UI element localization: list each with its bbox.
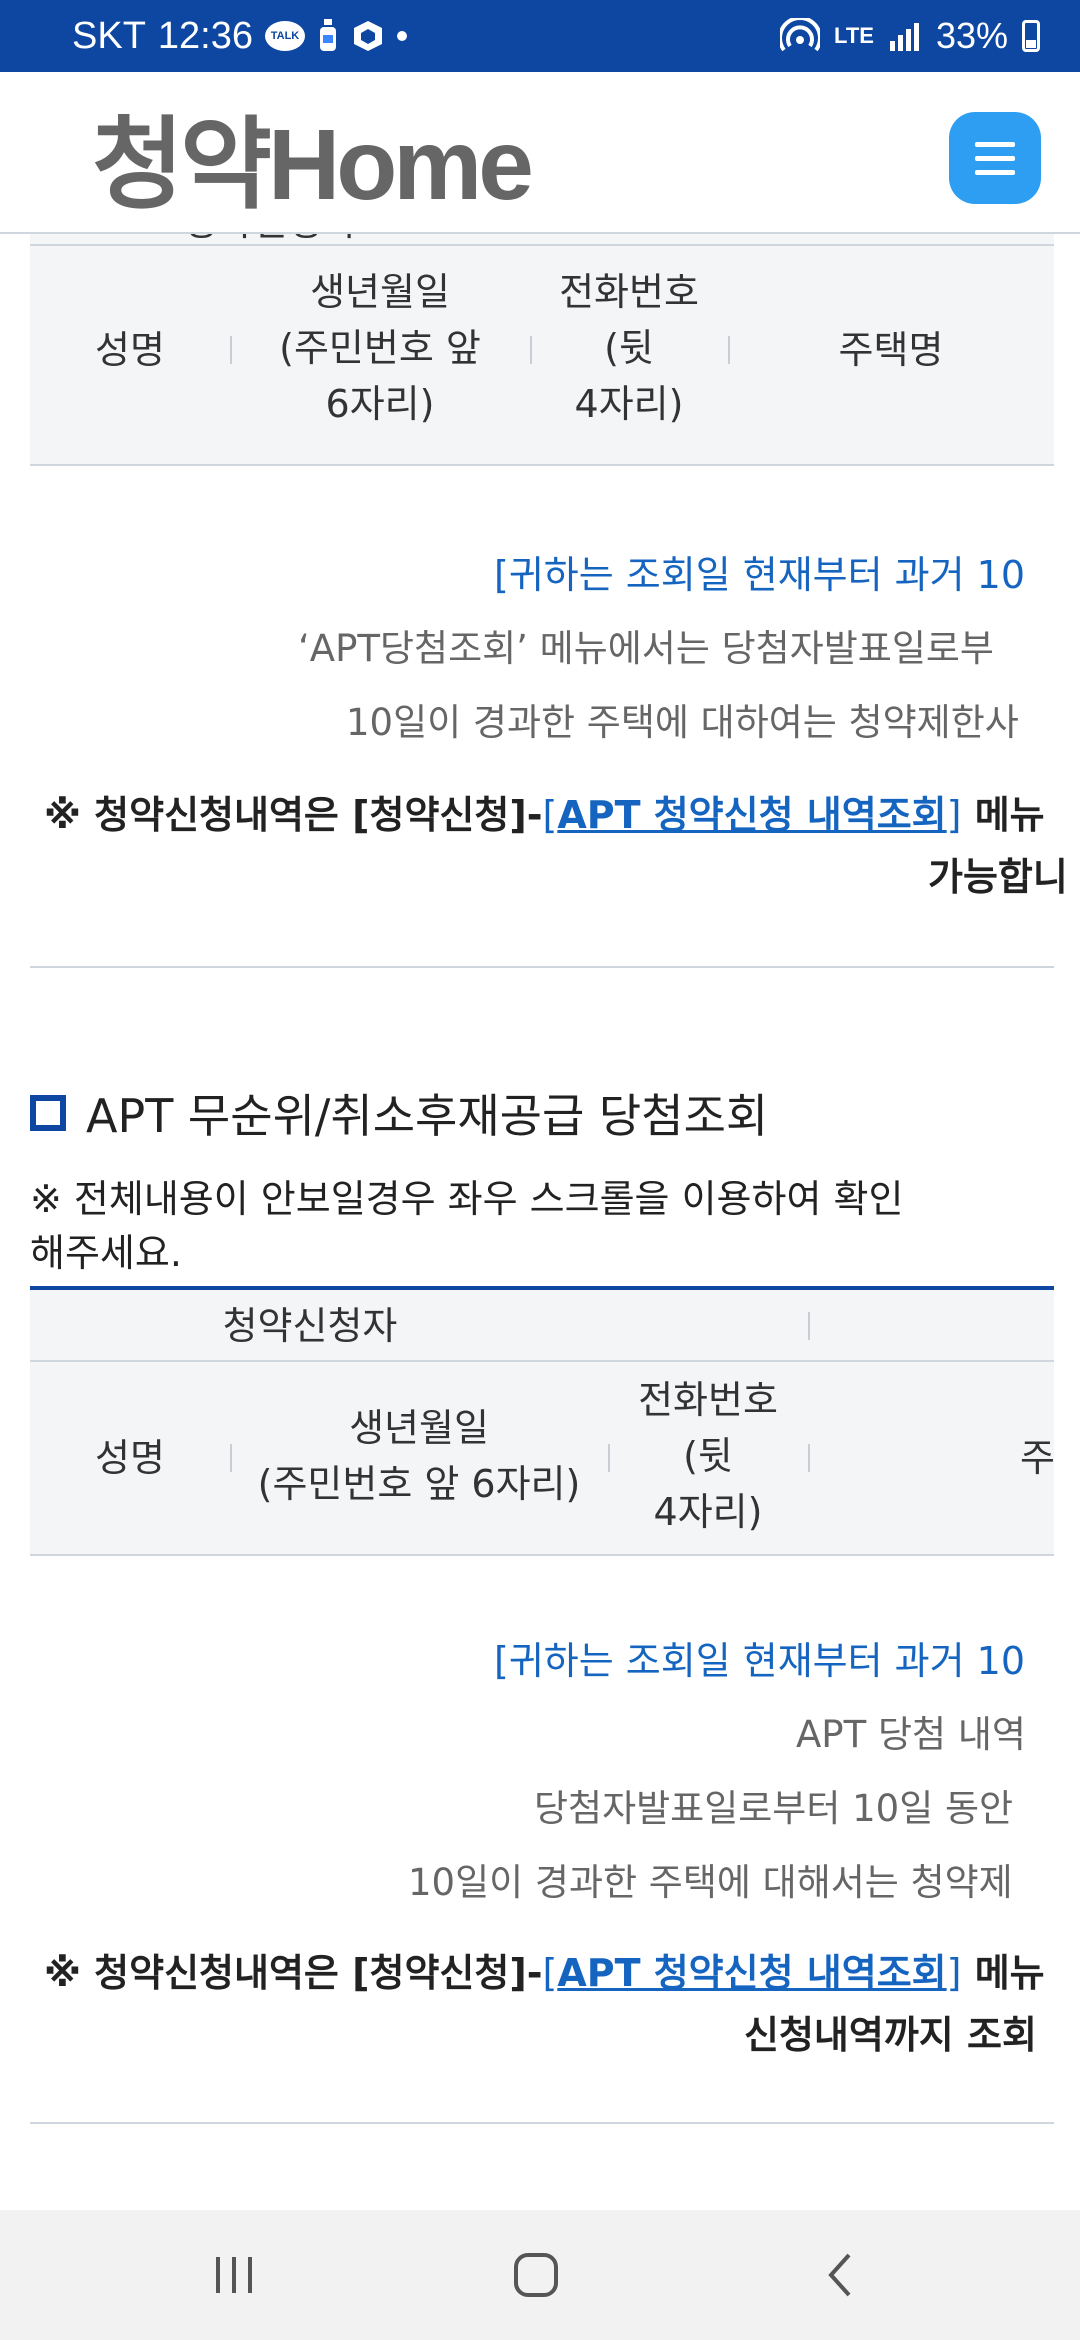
- notice-bold-line: ※ 청약신청내역은 [청약신청]-[APT 청약신청 내역조회] 메뉴: [44, 1942, 1045, 1997]
- home-icon: [514, 2253, 558, 2297]
- back-button[interactable]: [770, 2210, 910, 2340]
- main-content: 청약신청자 성명 생년월일 (주민번호 앞 6자리) 전화번호 (뒷 4자리) …: [0, 234, 1080, 2210]
- hamburger-icon-bar: [975, 155, 1015, 161]
- cube-icon: [351, 19, 385, 53]
- link-bracket-close: ]: [946, 793, 962, 837]
- apt-application-history-link[interactable]: APT 청약신청 내역조회: [557, 1951, 946, 1995]
- kakaotalk-icon: TALK: [265, 21, 305, 51]
- group-header-applicant: 청약신청자: [222, 1304, 398, 1348]
- recent-apps-button[interactable]: [164, 2210, 304, 2340]
- bracket-open: [: [352, 793, 370, 837]
- time-label: 12:36: [157, 14, 253, 57]
- notice-text: APT 당첨 내역: [796, 1713, 1026, 1756]
- section-title-text: APT 무순위/취소후재공급 당첨조회: [86, 1089, 769, 1143]
- signal-icon: [888, 21, 922, 51]
- column-house-name: 주택명: [838, 328, 944, 372]
- battery-icon: [1022, 20, 1040, 52]
- apt-application-history-link[interactable]: APT 청약신청 내역조회: [557, 793, 946, 837]
- menu-name: 청약신청: [369, 1951, 510, 1995]
- status-bar-left: SKT 12:36 TALK: [72, 0, 407, 72]
- scroll-hint: ※ 전체내용이 안보일경우 좌우 스크롤을 이용하여 확인해주세요.: [30, 1177, 904, 1275]
- notice-period: [귀하는 조회일 현재부터 과거 10: [494, 553, 1026, 597]
- link-bracket-close: ]: [946, 1951, 962, 1995]
- notice-period: [귀하는 조회일 현재부터 과거 10: [494, 1639, 1026, 1683]
- bottle-icon: [317, 19, 339, 53]
- bracket-close: ]-: [509, 793, 543, 837]
- notice-suffix: 메뉴: [974, 1951, 1045, 1995]
- home-button[interactable]: [466, 2210, 606, 2340]
- system-nav-bar: [0, 2210, 1080, 2340]
- carrier-label: SKT: [72, 14, 146, 57]
- notice-text: 10일이 경과한 주택에 대하여는 청약제한사: [346, 701, 1019, 744]
- notice-bold-line2: 가능합니: [928, 855, 1068, 899]
- column-phone: 전화번호 (뒷 4자리): [559, 270, 699, 426]
- column-divider: [808, 1444, 810, 1472]
- network-label: LTE: [834, 23, 874, 48]
- talk-badge: TALK: [265, 21, 305, 51]
- hotspot-icon: [780, 18, 821, 54]
- table-header: 청약신청자 성명 생년월일 (주민번호 앞 6자리) 전화번호 (뒷 4자리) …: [30, 234, 1054, 466]
- column-divider: [808, 1312, 810, 1340]
- notice-prefix: ※ 청약신청내역은: [44, 1951, 353, 1995]
- hamburger-icon-bar: [975, 169, 1015, 175]
- notice-text: ‘APT당첨조회’ 메뉴에서는 당첨자발표일로부: [298, 627, 994, 670]
- table-header: 청약신청자 성명 생년월일 (주민번호 앞 6자리) 전화번호 (뒷 4자리) …: [30, 1290, 1055, 1556]
- menu-button[interactable]: [949, 112, 1041, 204]
- section-divider: [30, 2122, 1054, 2124]
- link-bracket-open: [: [542, 793, 558, 837]
- status-bar-right: LTE 33%: [780, 0, 1040, 72]
- recent-apps-icon: [216, 2257, 252, 2293]
- bracket-open: [: [352, 1951, 370, 1995]
- column-birthdate: 생년월일 (주민번호 앞 6자리): [279, 270, 481, 426]
- menu-name: 청약신청: [369, 793, 510, 837]
- notification-dot-icon: [397, 31, 407, 41]
- status-bar: SKT 12:36 TALK LTE 33%: [0, 0, 1080, 72]
- link-bracket-open: [: [542, 1951, 558, 1995]
- notice-bold-line2: 신청내역까지 조회: [744, 2013, 1037, 2057]
- group-header-applicant: 청약신청자: [130, 234, 410, 250]
- notice-bold-line: ※ 청약신청내역은 [청약신청]-[APT 청약신청 내역조회] 메뉴: [44, 784, 1045, 839]
- notice-suffix: 메뉴: [974, 793, 1045, 837]
- bracket-close: ]-: [509, 1951, 543, 1995]
- back-icon: [828, 2253, 851, 2297]
- battery-percent: 33%: [935, 15, 1008, 56]
- section-title: APT 무순위/취소후재공급 당첨조회: [30, 1080, 768, 1146]
- column-house-name: 주: [1020, 1436, 1055, 1480]
- hamburger-icon-bar: [975, 141, 1015, 147]
- section-divider: [30, 966, 1054, 968]
- notice-text: 10일이 경과한 주택에 대해서는 청약제: [408, 1861, 1013, 1904]
- site-logo[interactable]: 청약Home: [92, 100, 534, 221]
- logo-text: 청약Home: [92, 108, 534, 221]
- column-phone: 전화번호 (뒷 4자리): [638, 1378, 778, 1534]
- square-bullet-icon: [30, 1095, 66, 1131]
- column-name: 성명: [95, 328, 165, 372]
- notice-prefix: ※ 청약신청내역은: [44, 793, 353, 837]
- group-header-divider-line: [30, 1360, 1054, 1362]
- column-name: 성명: [95, 1436, 165, 1480]
- notice-text: 당첨자발표일로부터 10일 동안: [534, 1787, 1014, 1830]
- group-header-divider-line: [30, 244, 1054, 246]
- site-header: 청약Home: [0, 72, 1080, 234]
- column-birthdate: 생년월일 (주민번호 앞 6자리): [257, 1406, 581, 1506]
